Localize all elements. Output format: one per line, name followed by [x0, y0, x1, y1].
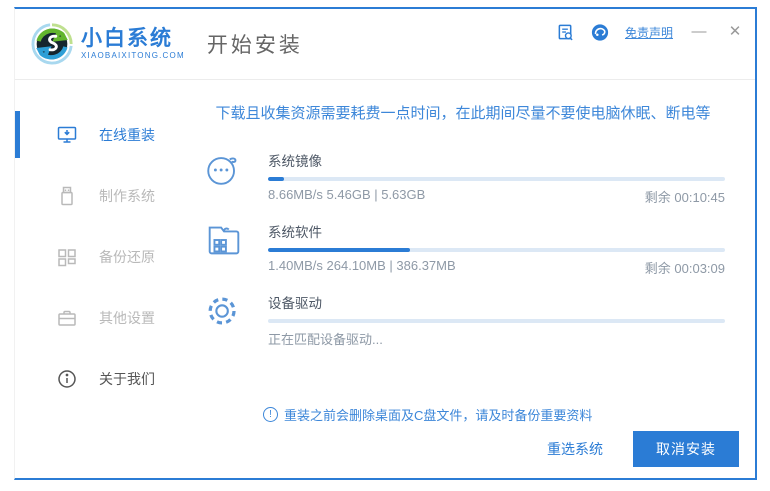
task-row-device-driver: 设备驱动 正在匹配设备驱动...	[201, 290, 725, 348]
footer-actions: 重选系统 取消安装	[547, 431, 739, 467]
briefcase-icon	[58, 310, 76, 326]
folder-apps-icon	[201, 219, 247, 263]
task-stats: 8.66MB/s 5.46GB | 5.63GB	[268, 187, 426, 202]
cancel-install-button[interactable]: 取消安装	[633, 431, 739, 467]
sidebar-item-label: 在线重装	[99, 126, 155, 143]
page-title: 开始安装	[206, 34, 303, 57]
task-list: 系统镜像 8.66MB/s 5.46GB | 5.63GB 剩余 00:10:4…	[201, 148, 725, 348]
progress-fill	[268, 248, 410, 252]
app-window: 小白系统 XIAOBAIXITONG.COM 开始安装 免责声明 — ✕ 在线重…	[14, 7, 757, 480]
sidebar-item-label: 备份还原	[99, 248, 155, 265]
sidebar-item-about-us[interactable]: 关于我们	[15, 348, 181, 409]
minimize-button[interactable]: —	[689, 23, 709, 41]
bill-inspect-icon[interactable]	[557, 23, 575, 41]
task-remaining: 剩余 00:03:09	[644, 261, 725, 276]
app-logo: 小白系统 XIAOBAIXITONG.COM	[29, 21, 185, 67]
sidebar-item-label: 关于我们	[99, 370, 155, 387]
info-circle-icon	[58, 369, 76, 388]
warning-icon: !	[263, 407, 278, 422]
sidebar-item-online-reinstall[interactable]: 在线重装	[15, 104, 181, 165]
logo-sync-icon	[31, 23, 73, 65]
monitor-reinstall-icon	[57, 126, 77, 143]
progress-bar	[268, 177, 725, 181]
sidebar: 在线重装 制作系统 备份还原 其他设置 关于我们	[15, 80, 181, 479]
task-remaining: 剩余 00:10:45	[644, 190, 725, 205]
close-button[interactable]: ✕	[725, 23, 745, 41]
disclaimer-link[interactable]: 免责声明	[625, 24, 673, 41]
reselect-system-button[interactable]: 重选系统	[547, 439, 603, 459]
sidebar-item-other-settings[interactable]: 其他设置	[15, 287, 181, 348]
titlebar-controls: 免责声明 — ✕	[557, 23, 745, 41]
header: 小白系统 XIAOBAIXITONG.COM 开始安装 免责声明 — ✕	[15, 9, 755, 80]
usb-drive-icon	[61, 186, 73, 205]
tip-text: 下载且收集资源需要耗费一点时间，在此期间尽量不要使电脑休眠、断电等	[215, 105, 711, 122]
progress-bar	[268, 319, 725, 323]
backup-blocks-icon	[58, 248, 76, 266]
task-status: 正在匹配设备驱动...	[268, 332, 383, 347]
task-stats: 1.40MB/s 264.10MB | 386.37MB	[268, 258, 456, 273]
sidebar-item-make-system[interactable]: 制作系统	[15, 165, 181, 226]
logo-text: 小白系统 XIAOBAIXITONG.COM	[81, 26, 185, 60]
main-content: 下载且收集资源需要耗费一点时间，在此期间尽量不要使电脑休眠、断电等 系统镜像 8…	[181, 80, 755, 479]
logo-name: 小白系统	[81, 26, 173, 50]
sidebar-item-backup-restore[interactable]: 备份还原	[15, 226, 181, 287]
sidebar-item-label: 制作系统	[99, 187, 155, 204]
task-row-system-image: 系统镜像 8.66MB/s 5.46GB | 5.63GB 剩余 00:10:4…	[201, 148, 725, 206]
task-name: 系统镜像	[268, 154, 322, 169]
warning-text: 重装之前会删除桌面及C盘文件，请及时备份重要资料	[284, 408, 593, 423]
task-name: 设备驱动	[268, 296, 322, 311]
warning-note: ! 重装之前会删除桌面及C盘文件，请及时备份重要资料	[263, 405, 725, 424]
task-name: 系统软件	[268, 225, 322, 240]
progress-bar	[268, 248, 725, 252]
logo-domain: XIAOBAIXITONG.COM	[81, 50, 185, 60]
face-chat-icon	[201, 148, 247, 192]
task-row-system-software: 系统软件 1.40MB/s 264.10MB | 386.37MB 剩余 00:…	[201, 219, 725, 277]
app-body: 在线重装 制作系统 备份还原 其他设置 关于我们 下载且收集资源需要耗费一点时间…	[15, 80, 755, 479]
sidebar-item-label: 其他设置	[99, 309, 155, 326]
gear-icon	[201, 290, 247, 334]
progress-fill	[268, 177, 284, 181]
customer-service-icon[interactable]	[591, 23, 609, 41]
